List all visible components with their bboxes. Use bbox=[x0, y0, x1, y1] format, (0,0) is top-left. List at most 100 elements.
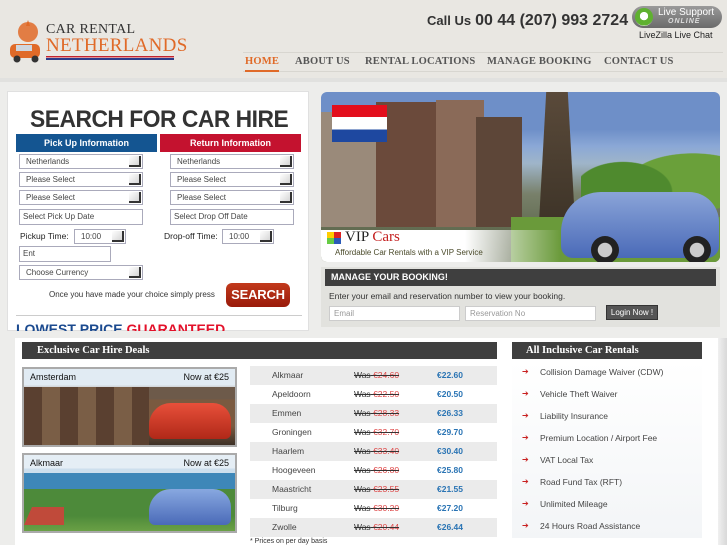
return-country-select[interactable]: Netherlands bbox=[170, 154, 294, 169]
banner-building bbox=[476, 117, 522, 227]
price-city: Groningen bbox=[272, 427, 312, 437]
price-row[interactable]: Hoogeveen Was €26.80 €25.80 bbox=[250, 461, 497, 480]
pickup-city-select[interactable]: Please Select bbox=[19, 172, 143, 187]
list-item: ➔ Unlimited Mileage bbox=[512, 493, 702, 515]
pickup-location-select[interactable]: Please Select bbox=[19, 190, 143, 205]
guaranteed-text: GUARANTEED bbox=[126, 321, 226, 331]
price-row[interactable]: Haarlem Was €33.40 €30.40 bbox=[250, 442, 497, 461]
price-row[interactable]: Apeldoorn Was €22.50 €20.50 bbox=[250, 385, 497, 404]
arrow-right-icon: ➔ bbox=[522, 389, 529, 398]
nav-home[interactable]: HOME bbox=[245, 56, 280, 72]
arrow-right-icon: ➔ bbox=[522, 367, 529, 376]
price-city: Maastricht bbox=[272, 484, 312, 494]
chevron-down-icon bbox=[129, 156, 141, 167]
pickup-location-value: Please Select bbox=[26, 193, 75, 202]
email-input[interactable]: Email bbox=[329, 306, 460, 321]
extra-input[interactable]: Ent bbox=[19, 246, 111, 262]
manage-booking-text: Enter your email and reservation number … bbox=[329, 291, 566, 301]
pickup-time-value: 10:00 bbox=[81, 232, 102, 241]
return-city-select[interactable]: Please Select bbox=[170, 172, 294, 187]
divider bbox=[16, 315, 302, 316]
deal-car-image bbox=[149, 403, 231, 439]
price-table: Alkmaar Was €24.60 €22.60 Apeldoorn Was €22… bbox=[250, 366, 497, 537]
return-location-select[interactable]: Please Select bbox=[170, 190, 294, 205]
price-city: Emmen bbox=[272, 408, 302, 418]
price-row[interactable]: Zwolle Was €20.44 €26.44 bbox=[250, 518, 497, 537]
vip-brand: VIP Cars bbox=[345, 229, 400, 246]
deal-card-alkmaar[interactable]: Alkmaar Now at €25 bbox=[22, 453, 237, 533]
login-button[interactable]: Login Now ! bbox=[606, 305, 658, 320]
flag-stripe bbox=[46, 56, 174, 60]
price-row[interactable]: Groningen Was €32.70 €29.70 bbox=[250, 423, 497, 442]
deal-image bbox=[24, 387, 149, 445]
nav-rental-locations[interactable]: RENTAL LOCATIONS bbox=[365, 56, 475, 67]
search-button[interactable]: SEARCH bbox=[226, 283, 290, 307]
arrow-right-icon: ➔ bbox=[522, 477, 529, 486]
live-support-button[interactable]: Live Support ONLINE bbox=[632, 6, 722, 28]
chevron-down-icon bbox=[129, 267, 141, 278]
chevron-down-icon bbox=[280, 156, 292, 167]
now-price: €26.44 bbox=[437, 522, 463, 532]
manage-booking-header: MANAGE YOUR BOOKING! bbox=[325, 269, 716, 286]
now-price: €27.20 bbox=[437, 503, 463, 513]
lowest-price-text: LOWEST PRICE bbox=[16, 321, 123, 331]
chevron-down-icon bbox=[129, 192, 141, 203]
arrow-right-icon: ➔ bbox=[522, 521, 529, 530]
vip-tagline: Affordable Car Rentals with a VIP Servic… bbox=[335, 248, 483, 257]
was-price: Was €33.40 bbox=[354, 446, 400, 456]
car-wheel bbox=[683, 236, 711, 262]
arrow-right-icon: ➔ bbox=[522, 411, 529, 420]
netherlands-flag-icon bbox=[332, 105, 387, 142]
deal-card-amsterdam[interactable]: Amsterdam Now at €25 bbox=[22, 367, 237, 447]
was-price: Was €22.50 bbox=[354, 389, 400, 399]
currency-select[interactable]: Choose Currency bbox=[19, 265, 143, 280]
logo-text-main: NETHERLANDS bbox=[46, 35, 188, 56]
scrollbar[interactable] bbox=[718, 338, 727, 545]
vip-logo-icon bbox=[327, 232, 341, 244]
price-city: Zwolle bbox=[272, 522, 297, 532]
price-row[interactable]: Alkmaar Was €24.60 €22.60 bbox=[250, 366, 497, 385]
pickup-time-select[interactable]: 10:00 bbox=[74, 229, 126, 244]
windmill-image bbox=[539, 92, 575, 222]
deal-image bbox=[24, 507, 64, 525]
price-city: Haarlem bbox=[272, 446, 305, 456]
return-location-value: Please Select bbox=[177, 193, 226, 202]
site-logo[interactable]: CAR RENTAL NETHERLANDS bbox=[8, 18, 187, 64]
deals-header: Exclusive Car Hire Deals bbox=[22, 342, 497, 359]
pickup-date-input[interactable]: Select Pick Up Date bbox=[19, 209, 143, 225]
was-price: Was €24.60 bbox=[354, 370, 400, 380]
vip-brand-b: Cars bbox=[372, 229, 400, 245]
deal-price: Now at €25 bbox=[183, 372, 229, 382]
chevron-down-icon bbox=[112, 231, 124, 242]
price-note: * Prices on per day basis bbox=[250, 538, 328, 545]
car-wheel bbox=[591, 236, 619, 262]
was-price: Was €30.20 bbox=[354, 503, 400, 513]
now-price: €21.55 bbox=[437, 484, 463, 494]
vip-brand-a: VIP bbox=[345, 229, 369, 245]
pickup-time-label: Pickup Time: bbox=[20, 231, 69, 241]
dropoff-date-input[interactable]: Select Drop Off Date bbox=[170, 209, 294, 225]
now-price: €25.80 bbox=[437, 465, 463, 475]
nav-manage-booking[interactable]: MANAGE BOOKING bbox=[487, 56, 592, 67]
deal-city: Amsterdam bbox=[30, 372, 77, 382]
reservation-input[interactable]: Reservation No bbox=[465, 306, 596, 321]
price-row[interactable]: Maastricht Was €23.55 €21.55 bbox=[250, 480, 497, 499]
pickup-country-select[interactable]: Netherlands bbox=[19, 154, 143, 169]
pickup-header: Pick Up Information bbox=[16, 134, 157, 152]
dropoff-time-select[interactable]: 10:00 bbox=[222, 229, 274, 244]
list-item: ➔ Road Fund Tax (RFT) bbox=[512, 471, 702, 493]
price-city: Tilburg bbox=[272, 503, 298, 513]
list-item: ➔ Collision Damage Waiver (CDW) bbox=[512, 361, 702, 383]
inclusive-header: All Inclusive Car Rentals bbox=[512, 342, 702, 359]
price-row[interactable]: Tilburg Was €30.20 €27.20 bbox=[250, 499, 497, 518]
was-price: Was €26.80 bbox=[354, 465, 400, 475]
now-price: €22.60 bbox=[437, 370, 463, 380]
nav-contact-us[interactable]: CONTACT US bbox=[604, 56, 674, 67]
deal-price: Now at €25 bbox=[183, 458, 229, 468]
price-row[interactable]: Emmen Was €28.33 €26.33 bbox=[250, 404, 497, 423]
return-country-value: Netherlands bbox=[177, 157, 221, 166]
list-item: ➔ 24 Hours Road Assistance bbox=[512, 515, 702, 537]
dropoff-time-value: 10:00 bbox=[229, 232, 250, 241]
nav-about-us[interactable]: ABOUT US bbox=[295, 56, 350, 67]
hero-banner: VIP Cars Affordable Car Rentals with a V… bbox=[321, 92, 720, 262]
